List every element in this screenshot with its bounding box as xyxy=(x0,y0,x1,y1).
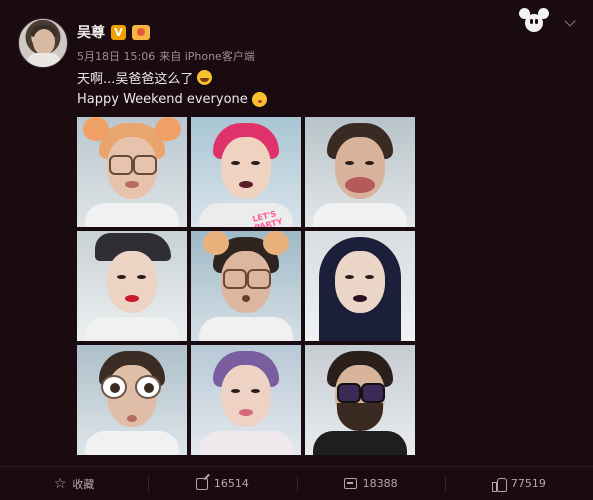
repost-count: 16514 xyxy=(213,477,249,490)
share-icon xyxy=(195,477,208,490)
post-meta: 5月18日 15:06 来自 iPhone客户端 xyxy=(77,48,255,64)
photo-4[interactable] xyxy=(77,231,187,341)
post-text-1: 天啊...吴爸爸这么了 xyxy=(77,72,194,87)
photo-2[interactable]: LET'S PARTY xyxy=(191,117,301,227)
comment-icon xyxy=(343,478,357,489)
post-source: 来自 iPhone客户端 xyxy=(159,50,255,63)
comment-count: 18388 xyxy=(362,477,398,490)
photo-6[interactable] xyxy=(305,231,415,341)
laugh-emoji-icon xyxy=(197,70,213,85)
vip-icon[interactable] xyxy=(132,24,150,40)
user-header: 吴尊 V xyxy=(77,22,150,42)
verified-icon: V xyxy=(111,24,126,40)
like-count: 77519 xyxy=(510,477,546,490)
username[interactable]: 吴尊 xyxy=(77,22,105,42)
like-button[interactable]: 77519 xyxy=(444,467,593,500)
photo-8[interactable] xyxy=(191,345,301,455)
comment-button[interactable]: 18388 xyxy=(296,467,445,500)
like-icon xyxy=(491,477,507,492)
photo-7[interactable] xyxy=(77,345,187,455)
post-text-line1: 天啊...吴爸爸这么了 xyxy=(77,68,213,87)
post-text-2: Happy Weekend everyone xyxy=(77,92,248,107)
action-bar: ☆ 收藏 16514 18388 77519 xyxy=(0,466,593,500)
collect-button[interactable]: ☆ 收藏 xyxy=(0,467,148,500)
repost-button[interactable]: 16514 xyxy=(148,467,296,500)
collect-label: 收藏 xyxy=(72,477,95,491)
post-date[interactable]: 5月18日 15:06 xyxy=(77,48,155,64)
photo-9[interactable] xyxy=(305,345,415,455)
photo-3[interactable] xyxy=(305,117,415,227)
chevron-down-icon[interactable] xyxy=(563,16,577,30)
avatar[interactable] xyxy=(18,18,68,68)
kiss-emoji-icon xyxy=(251,92,267,107)
photo-5[interactable] xyxy=(191,231,301,341)
photo-grid: LET'S PARTY xyxy=(77,117,415,455)
star-icon: ☆ xyxy=(53,475,67,492)
post-text-line2: Happy Weekend everyone xyxy=(77,92,267,107)
mickey-icon xyxy=(518,8,550,34)
photo-1[interactable] xyxy=(77,117,187,227)
